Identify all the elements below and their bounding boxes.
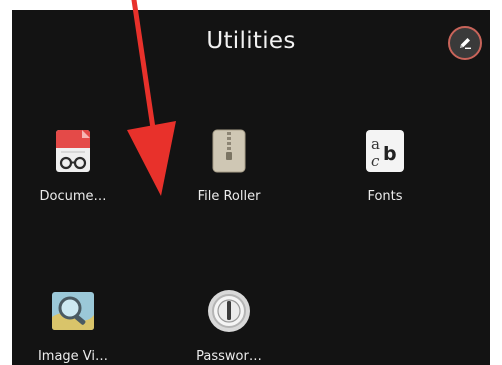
app-label: Passwor… [196,349,262,364]
svg-text:c: c [371,152,380,170]
app-folder-popup: Utilities Docume… File Roller a c b Font… [12,10,490,365]
folder-title[interactable]: Utilities [12,28,490,54]
app-file-roller[interactable]: File Roller [169,127,289,204]
app-image-viewer[interactable]: Image Vi… [13,287,133,364]
app-document-viewer[interactable]: Docume… [13,127,133,204]
fonts-icon: a c b [366,130,404,172]
app-label: Image Vi… [37,349,109,364]
app-label: Docume… [39,189,107,204]
app-label: Fonts [367,189,403,204]
password-lock-icon [208,290,250,332]
app-label: File Roller [197,189,261,204]
document-viewer-icon [56,130,90,172]
pencil-icon [460,38,471,49]
archive-zipper-icon [212,129,246,173]
app-passwords[interactable]: Passwor… [169,287,289,364]
app-fonts[interactable]: a c b Fonts [325,127,445,204]
svg-text:b: b [383,143,397,165]
rename-folder-button[interactable] [448,26,482,60]
image-viewer-icon [52,292,94,330]
svg-text:a: a [371,135,380,153]
